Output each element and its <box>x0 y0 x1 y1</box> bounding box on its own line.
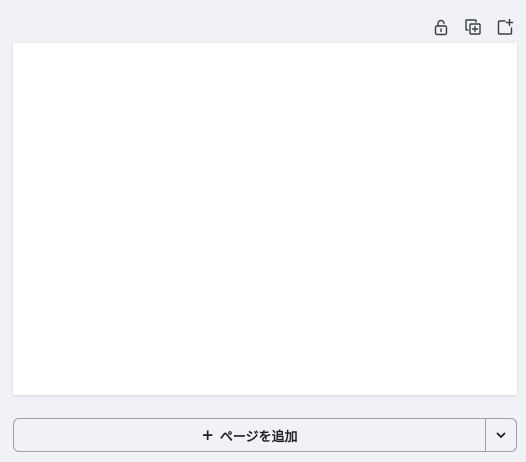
plus-icon: + <box>201 425 214 444</box>
duplicate-page-button[interactable] <box>462 16 484 38</box>
lock-toggle-button[interactable] <box>430 16 452 38</box>
add-page-icon <box>497 18 514 35</box>
chevron-down-icon <box>496 432 506 438</box>
add-page-icon-button[interactable] <box>494 16 516 38</box>
page-canvas[interactable] <box>13 43 517 395</box>
add-page-split-button: + ページを追加 <box>13 418 517 452</box>
duplicate-page-icon <box>465 19 481 35</box>
page-toolbar <box>430 16 516 38</box>
add-page-label: ページを追加 <box>219 429 298 445</box>
add-page-dropdown-button[interactable] <box>486 419 516 451</box>
add-page-button[interactable]: + ページを追加 <box>14 419 486 451</box>
unlock-icon <box>434 19 448 36</box>
